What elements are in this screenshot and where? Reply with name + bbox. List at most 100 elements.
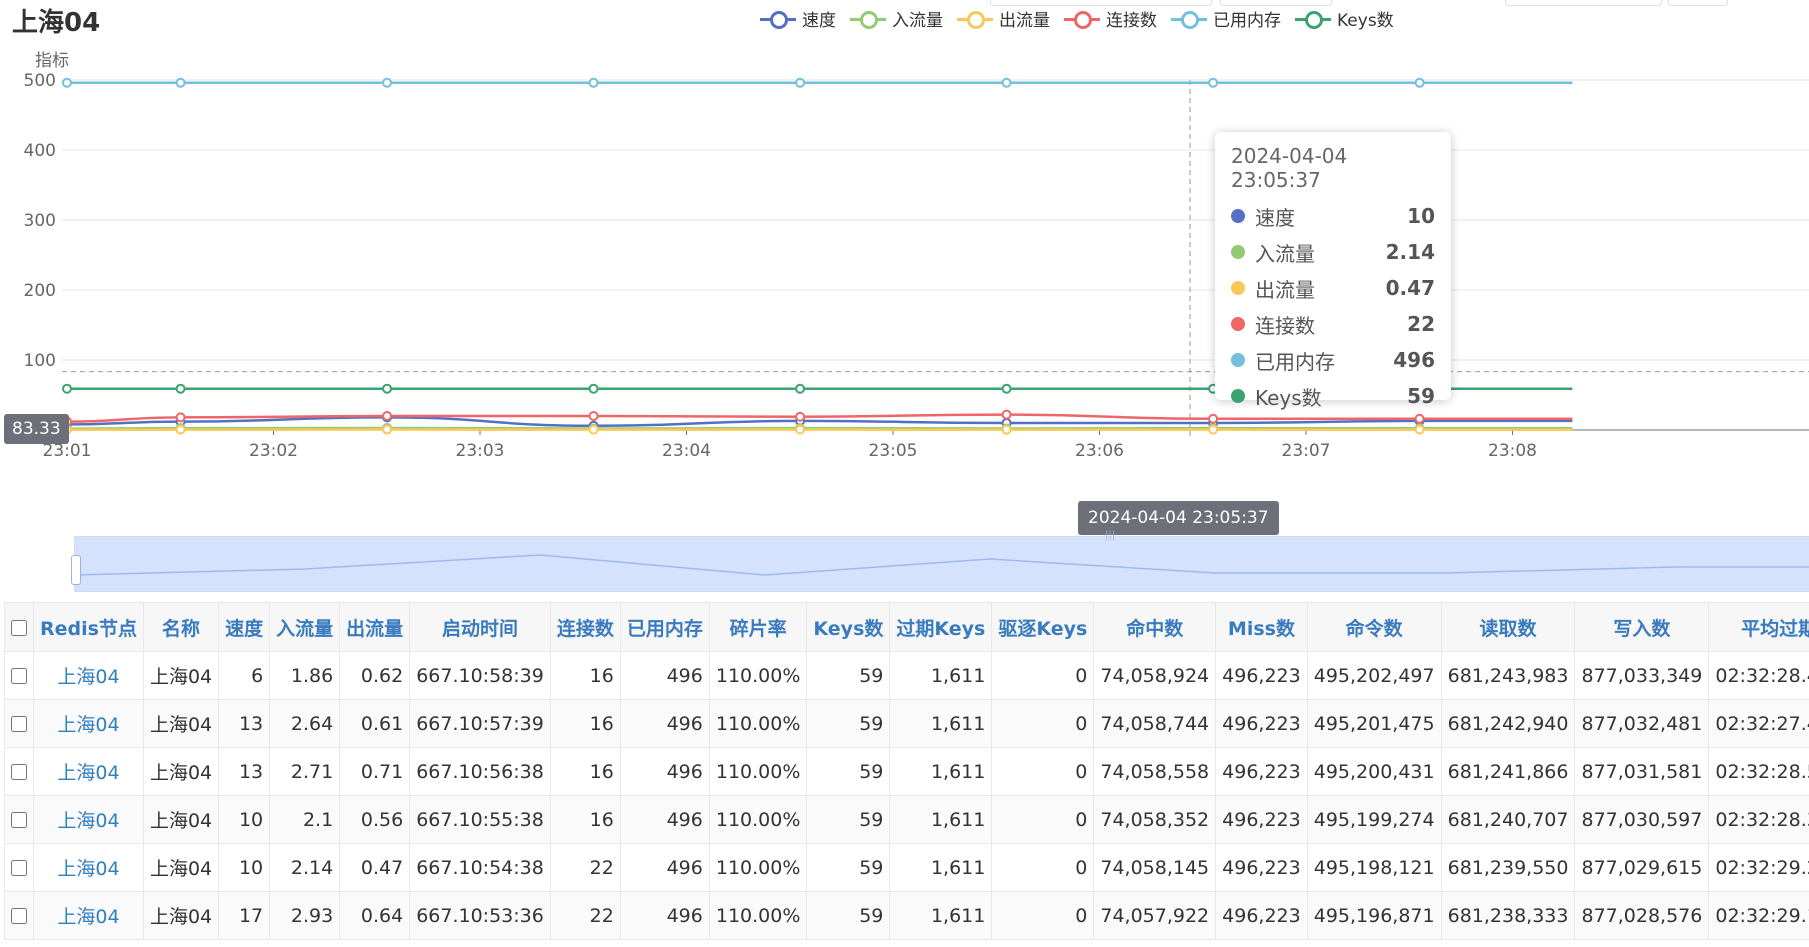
tooltip-row-in: 入流量 2.14 — [1231, 234, 1435, 270]
col-header[interactable]: 已用内存 — [619, 602, 710, 652]
row-checkbox[interactable] — [11, 812, 27, 828]
col-header[interactable]: 写入数 — [1574, 602, 1710, 652]
col-header[interactable]: 启动时间 — [409, 602, 551, 652]
series-point — [382, 424, 393, 435]
tooltip-row-conn: 连接数 22 — [1231, 306, 1435, 342]
x-tick-label: 23:05 — [869, 441, 918, 461]
table-cell[interactable]: 上海04 — [33, 747, 144, 796]
col-header[interactable]: 出流量 — [339, 602, 411, 652]
row-checkbox[interactable] — [11, 860, 27, 876]
table-cell: 496 — [619, 747, 710, 796]
datazoom-left-handle[interactable] — [71, 555, 81, 585]
table-cell[interactable]: 上海04 — [33, 651, 144, 700]
table-cell: 496 — [619, 651, 710, 700]
series-dot-icon — [1231, 245, 1245, 259]
series-point — [382, 411, 393, 421]
col-header[interactable]: 过期Keys — [889, 602, 993, 652]
y-tick-label: 500 — [24, 71, 56, 91]
table-cell[interactable]: 上海04 — [33, 795, 144, 844]
row-select-cell[interactable] — [4, 843, 34, 892]
redis-node-link[interactable]: 上海04 — [57, 906, 119, 928]
col-header[interactable]: 入流量 — [269, 602, 341, 652]
col-header[interactable]: 平均过期 — [1708, 602, 1809, 652]
row-select-cell[interactable] — [4, 651, 34, 700]
col-header[interactable]: 命令数 — [1306, 602, 1442, 652]
table-cell[interactable]: 上海04 — [33, 699, 144, 748]
col-header[interactable]: 碎片率 — [708, 602, 808, 652]
table-cell: 74,058,744 — [1093, 699, 1217, 748]
table-cell: 496,223 — [1215, 891, 1308, 940]
row-select-cell[interactable] — [4, 891, 34, 940]
table-row[interactable]: 上海04 上海04 13 2.64 0.61 667.10:57:39 16 496 110.0… — [4, 699, 1809, 748]
col-header[interactable]: 名称 — [142, 602, 220, 652]
row-select-cell[interactable] — [4, 699, 34, 748]
table-cell: 667.10:56:38 — [409, 747, 551, 796]
table-cell: 2.14 — [269, 843, 341, 892]
table-cell: 1,611 — [889, 795, 993, 844]
series-dot-icon — [1231, 209, 1245, 223]
table-cell: 877,033,349 — [1574, 651, 1710, 700]
series-point — [175, 383, 186, 394]
table-cell: 6 — [218, 651, 271, 700]
table-cell: 877,032,481 — [1574, 699, 1710, 748]
table-cell: 0.64 — [339, 891, 411, 940]
col-header[interactable]: 命中数 — [1093, 602, 1217, 652]
row-checkbox[interactable] — [11, 668, 27, 684]
col-header[interactable]: 速度 — [218, 602, 271, 652]
tooltip-row-speed: 速度 10 — [1231, 198, 1435, 234]
table-cell: 877,030,597 — [1574, 795, 1710, 844]
col-header[interactable]: Redis节点 — [33, 602, 144, 652]
table-row[interactable]: 上海04 上海04 10 2.14 0.47 667.10:54:38 22 496 110.0… — [4, 843, 1809, 892]
series-point — [175, 424, 186, 435]
redis-node-link[interactable]: 上海04 — [57, 810, 119, 832]
table-cell: 59 — [806, 699, 891, 748]
datazoom-slider[interactable]: ||| — [71, 531, 1809, 592]
table-row[interactable]: 上海04 上海04 13 2.71 0.71 667.10:56:38 16 496 110.0… — [4, 747, 1809, 796]
tooltip-series-value: 22 — [1407, 312, 1435, 336]
y-axis-pointer-label: 83.33 — [4, 414, 69, 444]
select-all-cell[interactable] — [4, 602, 34, 652]
table-cell: 0.61 — [339, 699, 411, 748]
table-row[interactable]: 上海04 上海04 17 2.93 0.64 667.10:53:36 22 496 110.0… — [4, 891, 1809, 940]
table-cell[interactable]: 上海04 — [33, 891, 144, 940]
table-cell: 667.10:53:36 — [409, 891, 551, 940]
metrics-line-chart: 指标500400300200100023:0123:0223:0323:0423… — [24, 51, 1809, 461]
table-cell: 2.93 — [269, 891, 341, 940]
series-point — [1208, 77, 1219, 88]
col-header[interactable]: Keys数 — [806, 602, 891, 652]
col-header[interactable]: Miss数 — [1215, 602, 1308, 652]
table-cell: 10 — [218, 795, 271, 844]
row-checkbox[interactable] — [11, 716, 27, 732]
tooltip-series-name: 速度 — [1255, 205, 1295, 230]
redis-node-link[interactable]: 上海04 — [57, 714, 119, 736]
table-cell: 667.10:57:39 — [409, 699, 551, 748]
redis-node-link[interactable]: 上海04 — [57, 762, 119, 784]
row-checkbox[interactable] — [11, 908, 27, 924]
datazoom-selection[interactable] — [75, 537, 1809, 591]
table-row[interactable]: 上海04 上海04 6 1.86 0.62 667.10:58:39 16 496 110.00… — [4, 651, 1809, 700]
table-cell: 上海04 — [142, 891, 220, 940]
tooltip-series-name: 连接数 — [1255, 313, 1315, 338]
table-row[interactable]: 上海04 上海04 10 2.1 0.56 667.10:55:38 16 496 110.00… — [4, 795, 1809, 844]
col-header[interactable]: 连接数 — [549, 602, 621, 652]
table-cell: 0 — [991, 891, 1095, 940]
col-header[interactable]: 读取数 — [1440, 602, 1576, 652]
table-cell: 496,223 — [1215, 747, 1308, 796]
redis-node-link[interactable]: 上海04 — [57, 858, 119, 880]
row-select-cell[interactable] — [4, 747, 34, 796]
x-tick-label: 23:04 — [662, 441, 711, 461]
select-all-checkbox[interactable] — [11, 619, 27, 636]
table-cell[interactable]: 上海04 — [33, 843, 144, 892]
row-select-cell[interactable] — [4, 795, 34, 844]
table-cell: 495,200,431 — [1306, 747, 1442, 796]
redis-node-link[interactable]: 上海04 — [57, 666, 119, 688]
row-checkbox[interactable] — [11, 764, 27, 780]
tooltip-series-value: 2.14 — [1385, 240, 1435, 264]
tooltip-series-name: 已用内存 — [1255, 349, 1335, 374]
table-cell: 0 — [991, 651, 1095, 700]
col-header[interactable]: 驱逐Keys — [991, 602, 1095, 652]
table-cell: 17 — [218, 891, 271, 940]
series-point — [588, 411, 599, 421]
datazoom-grip-icon[interactable]: ||| — [1105, 531, 1119, 541]
table-cell: 2.1 — [269, 795, 341, 844]
